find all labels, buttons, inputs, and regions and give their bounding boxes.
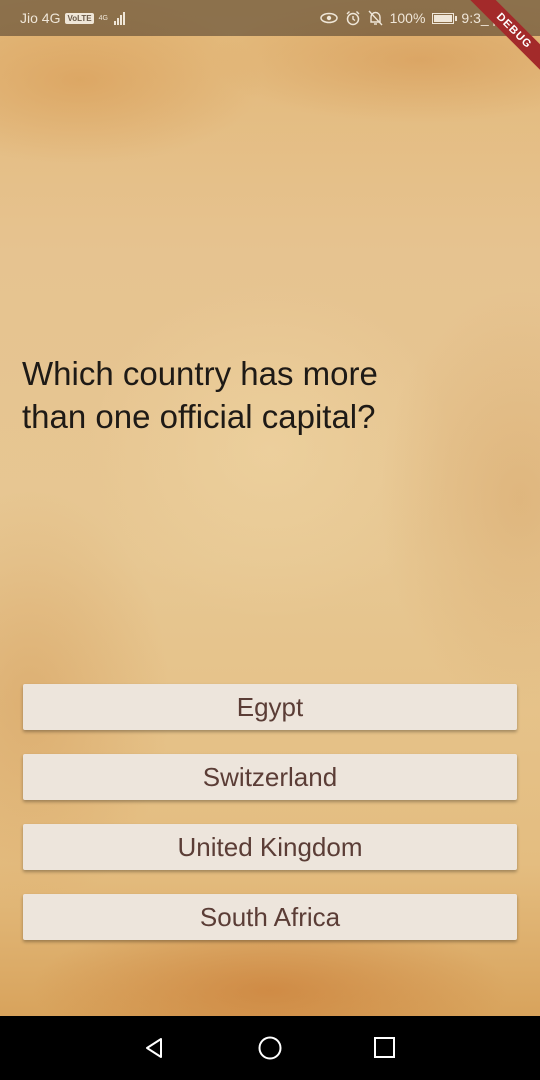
status-bar: Jio 4G VoLTE 4G 100% 9:3_ pm xyxy=(0,0,540,36)
back-icon[interactable] xyxy=(142,1036,166,1060)
eye-comfort-icon xyxy=(319,12,338,24)
signal-icon xyxy=(113,11,125,25)
navigation-bar xyxy=(0,1016,540,1080)
volte-badge: VoLTE xyxy=(65,12,94,24)
answer-button-united-kingdom[interactable]: United Kingdom xyxy=(23,824,517,870)
carrier-label: Jio 4G xyxy=(20,10,61,26)
recents-icon[interactable] xyxy=(373,1036,397,1060)
answer-button-egypt[interactable]: Egypt xyxy=(23,684,517,730)
notifications-off-icon xyxy=(368,10,383,26)
home-icon[interactable] xyxy=(257,1036,283,1062)
status-left: Jio 4G VoLTE 4G xyxy=(20,10,125,26)
answer-button-switzerland[interactable]: Switzerland xyxy=(23,754,517,800)
battery-icon xyxy=(432,12,458,24)
quiz-screen: Jio 4G VoLTE 4G 100% 9:3_ pm DEBUG Which… xyxy=(0,0,540,1016)
answer-button-south-africa[interactable]: South Africa xyxy=(23,894,517,940)
question-text: Which country has more than one official… xyxy=(22,355,378,435)
battery-percent: 100% xyxy=(389,10,426,26)
network-type-label: 4G xyxy=(98,14,108,22)
alarm-icon xyxy=(346,11,360,26)
